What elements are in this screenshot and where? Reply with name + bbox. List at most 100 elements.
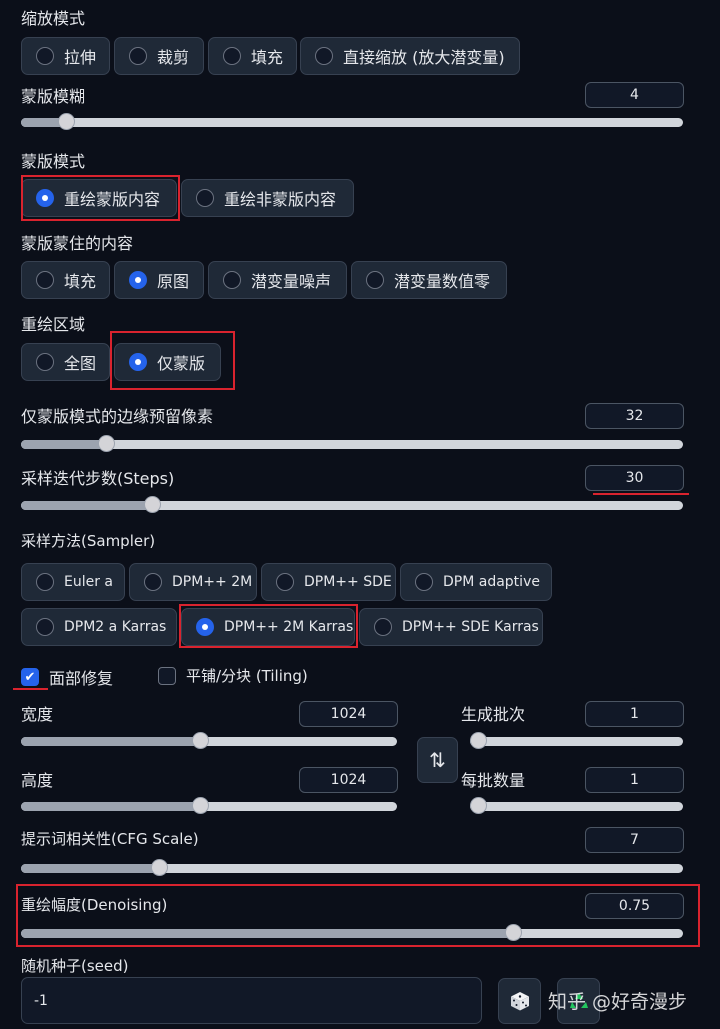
sampler-dpmpp-sde[interactable]: DPM++ SDE — [261, 563, 396, 601]
resize-option-crop[interactable]: 裁剪 — [114, 37, 204, 75]
swap-icon: ⇅ — [429, 748, 446, 772]
width-input[interactable]: 1024 — [299, 701, 398, 727]
batch-count-label: 生成批次 — [461, 705, 526, 724]
option-label: Euler a — [64, 574, 114, 590]
face-restore-label: 面部修复 — [49, 669, 114, 688]
width-slider[interactable] — [21, 732, 397, 749]
option-label: 裁剪 — [157, 48, 190, 67]
option-label: 填充 — [251, 48, 284, 67]
radio-icon — [196, 189, 214, 207]
highlight-box — [110, 331, 235, 390]
option-label: DPM++ SDE — [304, 574, 392, 590]
radio-icon — [223, 47, 241, 65]
mask-blur-input[interactable]: 4 — [585, 82, 684, 108]
option-label: DPM2 a Karras — [64, 619, 167, 635]
tiling-label: 平铺/分块 (Tiling) — [186, 667, 308, 685]
padding-label: 仅蒙版模式的边缘预留像素 — [21, 407, 214, 426]
highlight-underline — [593, 493, 689, 495]
slider-thumb[interactable] — [470, 797, 487, 814]
option-label: DPM++ SDE Karras — [402, 619, 539, 635]
radio-icon — [36, 47, 54, 65]
slider-fill — [21, 440, 108, 449]
radio-icon — [144, 573, 162, 591]
masked-content-latent-nothing[interactable]: 潜变量数值零 — [351, 261, 507, 299]
highlight-box — [21, 175, 180, 221]
mask-blur-slider[interactable] — [21, 113, 683, 130]
slider-thumb[interactable] — [192, 797, 210, 814]
random-seed-button[interactable] — [498, 978, 541, 1024]
sampler-dpmpp-2m[interactable]: DPM++ 2M — [129, 563, 257, 601]
slider-thumb[interactable] — [58, 113, 76, 130]
masked-content-fill[interactable]: 填充 — [21, 261, 110, 299]
tiling-checkbox[interactable]: 平铺/分块 (Tiling) — [158, 665, 308, 686]
padding-slider[interactable] — [21, 435, 683, 452]
radio-icon — [36, 353, 54, 371]
slider-fill — [21, 864, 161, 873]
batch-count-input[interactable]: 1 — [585, 701, 684, 727]
face-restore-checkbox[interactable]: ✔ 面部修复 — [21, 665, 113, 689]
masked-content-latent-noise[interactable]: 潜变量噪声 — [208, 261, 347, 299]
mask-blur-label: 蒙版模糊 — [21, 87, 86, 106]
radio-icon — [36, 618, 54, 636]
radio-icon — [374, 618, 392, 636]
width-label: 宽度 — [21, 705, 54, 724]
slider-thumb[interactable] — [151, 859, 169, 876]
radio-icon — [223, 271, 241, 289]
batch-count-slider[interactable] — [470, 732, 683, 749]
height-input[interactable]: 1024 — [299, 767, 398, 793]
sampler-dpm2-a-karras[interactable]: DPM2 a Karras — [21, 608, 177, 646]
slider-fill — [21, 802, 202, 811]
steps-slider[interactable] — [21, 496, 683, 513]
seed-input[interactable]: -1 — [21, 977, 482, 1024]
resize-option-stretch[interactable]: 拉伸 — [21, 37, 110, 75]
slider-thumb[interactable] — [144, 496, 162, 513]
radio-icon — [366, 271, 384, 289]
highlight-box — [16, 884, 700, 947]
mask-mode-label: 蒙版模式 — [21, 152, 86, 171]
option-label: 重绘非蒙版内容 — [224, 190, 337, 209]
sampler-dpm-adaptive[interactable]: DPM adaptive — [400, 563, 552, 601]
radio-icon — [276, 573, 294, 591]
height-slider[interactable] — [21, 797, 397, 814]
slider-fill — [21, 737, 202, 746]
slider-fill — [21, 501, 154, 510]
radio-icon — [415, 573, 433, 591]
checkmark-icon: ✔ — [21, 668, 39, 686]
radio-selected-icon — [129, 271, 147, 289]
seed-label: 随机种子(seed) — [21, 957, 129, 975]
watermark: 知乎 @好奇漫步 — [548, 991, 688, 1013]
option-label: DPM adaptive — [443, 574, 540, 590]
mask-mode-inpaint-not-masked[interactable]: 重绘非蒙版内容 — [181, 179, 354, 217]
checkbox-icon — [158, 666, 176, 685]
resize-option-fill[interactable]: 填充 — [208, 37, 297, 75]
option-label: 全图 — [64, 354, 97, 373]
slider-thumb[interactable] — [98, 435, 116, 452]
batch-size-slider[interactable] — [470, 797, 683, 814]
steps-input[interactable]: 30 — [585, 465, 684, 491]
masked-content-original[interactable]: 原图 — [114, 261, 204, 299]
slider-thumb[interactable] — [470, 732, 487, 749]
height-label: 高度 — [21, 771, 54, 790]
radio-icon — [36, 573, 54, 591]
option-label: 拉伸 — [64, 48, 97, 67]
option-label: 潜变量噪声 — [251, 272, 332, 291]
sampler-euler-a[interactable]: Euler a — [21, 563, 125, 601]
padding-input[interactable]: 32 — [585, 403, 684, 429]
inpaint-area-label: 重绘区域 — [21, 315, 86, 334]
cfg-scale-input[interactable]: 7 — [585, 827, 684, 853]
steps-label: 采样迭代步数(Steps) — [21, 469, 175, 488]
inpaint-area-whole[interactable]: 全图 — [21, 343, 110, 381]
dice-icon — [510, 992, 529, 1011]
swap-dimensions-button[interactable]: ⇅ — [417, 737, 458, 783]
highlight-box — [179, 604, 358, 648]
resize-option-latent[interactable]: 直接缩放 (放大潜变量) — [300, 37, 520, 75]
cfg-scale-slider[interactable] — [21, 859, 683, 876]
highlight-underline — [13, 688, 48, 690]
option-label: 潜变量数值零 — [394, 272, 491, 291]
sampler-dpmpp-sde-karras[interactable]: DPM++ SDE Karras — [359, 608, 543, 646]
radio-icon — [129, 47, 147, 65]
option-label: 直接缩放 (放大潜变量) — [343, 48, 505, 67]
option-label: DPM++ 2M — [172, 574, 253, 590]
batch-size-input[interactable]: 1 — [585, 767, 684, 793]
slider-thumb[interactable] — [192, 732, 210, 749]
